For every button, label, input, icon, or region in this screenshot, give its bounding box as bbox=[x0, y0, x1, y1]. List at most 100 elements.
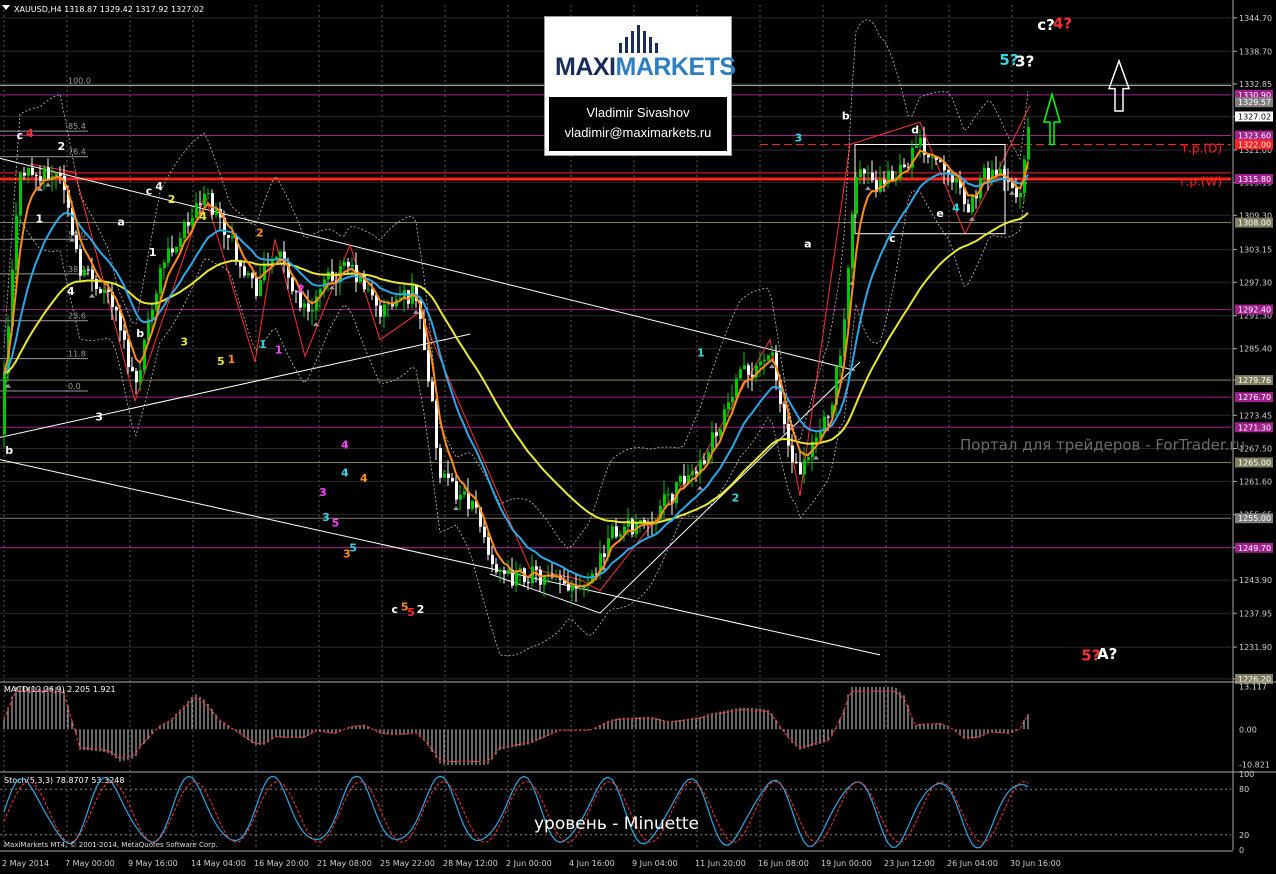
candle-body bbox=[763, 359, 766, 362]
price-tag-label: 1249.70 bbox=[1238, 544, 1271, 553]
candle-body bbox=[175, 246, 178, 253]
candle-body bbox=[159, 268, 162, 294]
stochastic-tick-label: 80 bbox=[1239, 785, 1249, 794]
candle-body bbox=[183, 222, 186, 239]
wave-label: 4 bbox=[155, 180, 163, 193]
candle-body bbox=[715, 432, 718, 436]
wave-label: A? bbox=[1097, 645, 1117, 663]
candle-body bbox=[55, 173, 58, 177]
candle-body bbox=[23, 172, 26, 176]
candle-body bbox=[431, 381, 434, 402]
wave-label: 3 bbox=[95, 411, 103, 424]
candle-body bbox=[727, 402, 730, 410]
candle-body bbox=[83, 269, 86, 276]
time-tick-label: 9 Jun 04:00 bbox=[632, 859, 678, 868]
candle-body bbox=[683, 475, 686, 484]
candle-body bbox=[579, 588, 582, 590]
candle-body bbox=[75, 235, 78, 249]
candle-body bbox=[799, 462, 802, 475]
wave-label: 1 bbox=[259, 338, 267, 351]
candle-body bbox=[495, 564, 498, 572]
candle-body bbox=[207, 193, 210, 195]
wave-label: a bbox=[117, 215, 124, 228]
stochastic-tick-label: 0 bbox=[1239, 846, 1244, 855]
candle-body bbox=[127, 339, 130, 368]
candle-body bbox=[135, 370, 138, 383]
candle-body bbox=[191, 217, 194, 226]
fib-level-label: 85.4 bbox=[68, 122, 86, 131]
wave-label: d bbox=[911, 123, 919, 136]
author-name: Vladimir Sivashov bbox=[586, 105, 690, 120]
wave-label: 4? bbox=[1053, 14, 1072, 32]
candle-body bbox=[87, 269, 90, 271]
candle-body bbox=[815, 437, 818, 442]
candle-body bbox=[767, 355, 770, 360]
wave-label: 3 bbox=[180, 335, 188, 348]
candle-body bbox=[3, 373, 6, 435]
candle-body bbox=[1027, 126, 1030, 160]
price-tick-label: 1338.70 bbox=[1239, 47, 1272, 56]
price-tag-label: 1255.00 bbox=[1238, 514, 1271, 523]
candle-body bbox=[255, 278, 258, 296]
wave-label: 2 bbox=[417, 603, 425, 616]
price-tick-label: 1261.60 bbox=[1239, 477, 1272, 486]
candle-body bbox=[343, 261, 346, 267]
candle-body bbox=[527, 582, 530, 584]
candle-body bbox=[971, 194, 974, 213]
candle-body bbox=[43, 167, 46, 182]
wave-label: c bbox=[146, 185, 153, 198]
candle-body bbox=[455, 481, 458, 500]
price-tag-label: 1322.00 bbox=[1238, 140, 1271, 149]
candle-body bbox=[195, 203, 198, 218]
candle-body bbox=[731, 396, 734, 403]
symbol-header: XAUUSD,H4 1318.87 1329.42 1317.92 1327.0… bbox=[14, 5, 204, 14]
wave-label: 2 bbox=[256, 227, 264, 240]
candle-body bbox=[483, 526, 486, 538]
candle-body bbox=[367, 289, 370, 291]
candle-body bbox=[163, 262, 166, 269]
macd-tick-label: 13.117 bbox=[1239, 683, 1267, 692]
wave-label: e bbox=[936, 207, 943, 220]
candle-body bbox=[567, 583, 570, 591]
wave-label: 1 bbox=[275, 344, 283, 357]
candle-body bbox=[871, 172, 874, 181]
wave-label: 1 bbox=[36, 213, 44, 226]
candle-body bbox=[1019, 193, 1022, 198]
candle-body bbox=[743, 365, 746, 370]
wave-label: 4 bbox=[952, 201, 960, 214]
candle-body bbox=[27, 167, 30, 176]
candle-body bbox=[459, 494, 462, 500]
price-tick-label: 1344.70 bbox=[1239, 14, 1272, 23]
macd-tick-label: 0.00 bbox=[1239, 725, 1257, 734]
brand-logo: MAXIMARKETS bbox=[555, 53, 736, 82]
candle-body bbox=[351, 265, 354, 267]
candle-body bbox=[1015, 187, 1018, 198]
candle-body bbox=[203, 193, 206, 206]
candle-body bbox=[491, 554, 494, 565]
time-tick-label: 16 May 20:00 bbox=[254, 859, 309, 868]
candle-body bbox=[247, 273, 250, 276]
candle-body bbox=[903, 164, 906, 168]
candle-body bbox=[507, 569, 510, 574]
stochastic-tick-label: 100 bbox=[1239, 770, 1254, 779]
candle-body bbox=[171, 248, 174, 253]
candle-body bbox=[611, 526, 614, 539]
candle-body bbox=[291, 277, 294, 292]
time-tick-label: 7 May 00:00 bbox=[65, 859, 115, 868]
candle-body bbox=[15, 215, 18, 270]
price-tick-label: 1297.30 bbox=[1239, 278, 1272, 287]
price-tag-label: 1327.02 bbox=[1238, 112, 1271, 121]
wave-label: 4 bbox=[67, 285, 75, 298]
time-tick-label: 2 Jun 00:00 bbox=[506, 859, 552, 868]
candle-body bbox=[231, 236, 234, 238]
wave-label: 4 bbox=[360, 472, 368, 485]
time-tick-label: 14 May 04:00 bbox=[191, 859, 246, 868]
candle-body bbox=[211, 193, 214, 215]
price-tick-label: 1303.15 bbox=[1239, 246, 1272, 255]
candle-body bbox=[103, 289, 106, 293]
candle-body bbox=[99, 288, 102, 293]
candle-body bbox=[91, 269, 94, 280]
candle-body bbox=[471, 500, 474, 509]
time-tick-label: 19 Jun 00:00 bbox=[821, 859, 872, 868]
candle-body bbox=[955, 178, 958, 183]
